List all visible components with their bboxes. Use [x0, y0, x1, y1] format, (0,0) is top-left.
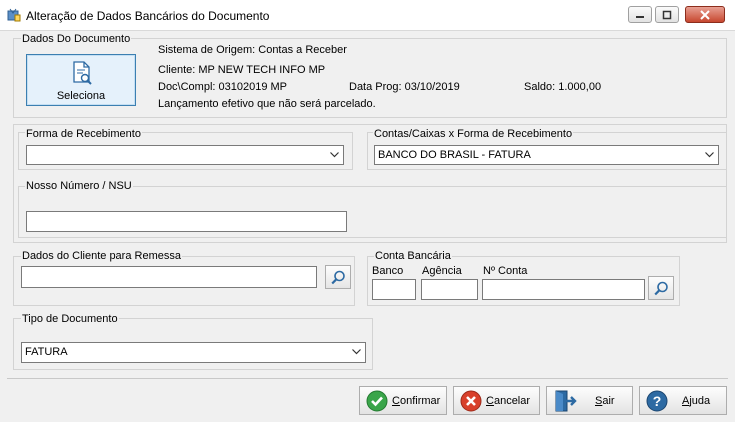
account-number-label: Nº Conta	[483, 265, 528, 277]
help-icon: ?	[646, 390, 668, 412]
window-title: Alteração de Dados Bancários do Document…	[26, 9, 270, 23]
confirm-label: Confirmar	[392, 395, 441, 407]
help-label: Ajuda	[682, 395, 711, 407]
source-system-text: Sistema de Origem: Contas a Receber	[158, 44, 347, 56]
help-button[interactable]: ? Ajuda	[639, 386, 727, 415]
chevron-down-icon	[352, 349, 361, 355]
document-type-label: Tipo de Documento	[21, 313, 119, 325]
bottom-divider	[7, 378, 728, 379]
check-icon	[366, 390, 388, 412]
agency-input[interactable]	[421, 279, 478, 300]
search-icon	[654, 281, 668, 296]
doc-compl-text: Doc\Compl: 03102019 MP	[158, 81, 288, 93]
payment-method-combo[interactable]	[26, 145, 344, 165]
document-search-icon	[73, 61, 92, 85]
minimize-icon	[636, 16, 644, 18]
maximize-icon	[662, 10, 672, 20]
client-remessa-input[interactable]	[21, 266, 317, 288]
client-search-button[interactable]	[325, 265, 351, 289]
saldo-text: Saldo: 1.000,00	[524, 81, 602, 93]
title-bar: Alteração de Dados Bancários do Document…	[0, 0, 735, 31]
data-prog-text: Data Prog: 03/10/2019	[349, 81, 460, 93]
cancel-button[interactable]: Cancelar	[453, 386, 540, 415]
accounts-value: BANCO DO BRASIL - FATURA	[378, 149, 531, 161]
bank-account-label: Conta Bancária	[374, 250, 452, 262]
payment-method-label: Forma de Recebimento	[25, 128, 142, 140]
nosso-numero-label: Nosso Número / NSU	[25, 180, 133, 192]
svg-text:?: ?	[653, 393, 662, 409]
accounts-combo[interactable]: BANCO DO BRASIL - FATURA	[374, 145, 719, 165]
chevron-down-icon	[705, 152, 714, 158]
cancel-icon	[460, 390, 482, 412]
document-group-label: Dados Do Documento	[21, 33, 132, 45]
chevron-down-icon	[330, 152, 339, 158]
exit-button[interactable]: Sair	[546, 386, 633, 415]
close-window-button[interactable]	[685, 6, 725, 23]
bank-account-search-button[interactable]	[648, 276, 674, 300]
agency-label: Agência	[422, 265, 462, 277]
app-icon	[7, 8, 21, 22]
lancamento-text: Lançamento efetivo que não será parcelad…	[158, 98, 376, 110]
select-button-label: Seleciona	[56, 90, 106, 102]
document-type-combo[interactable]: FATURA	[21, 342, 366, 363]
close-icon	[700, 10, 710, 20]
maximize-button[interactable]	[655, 6, 679, 23]
cancel-label: Cancelar	[486, 395, 531, 407]
exit-label: Sair	[595, 395, 615, 407]
account-number-input[interactable]	[482, 279, 645, 300]
confirm-button[interactable]: Confirmar	[359, 386, 447, 415]
document-type-value: FATURA	[25, 346, 68, 358]
search-icon	[331, 270, 345, 285]
accounts-label: Contas/Caixas x Forma de Recebimento	[373, 128, 574, 140]
bank-input[interactable]	[372, 279, 416, 300]
exit-door-icon	[555, 390, 577, 412]
bank-label: Banco	[372, 265, 404, 277]
minimize-button[interactable]	[628, 6, 652, 23]
select-document-button[interactable]: Seleciona	[26, 54, 136, 106]
client-text: Cliente: MP NEW TECH INFO MP	[158, 64, 326, 76]
nosso-numero-input[interactable]	[26, 211, 347, 232]
client-remessa-label: Dados do Cliente para Remessa	[21, 250, 182, 262]
